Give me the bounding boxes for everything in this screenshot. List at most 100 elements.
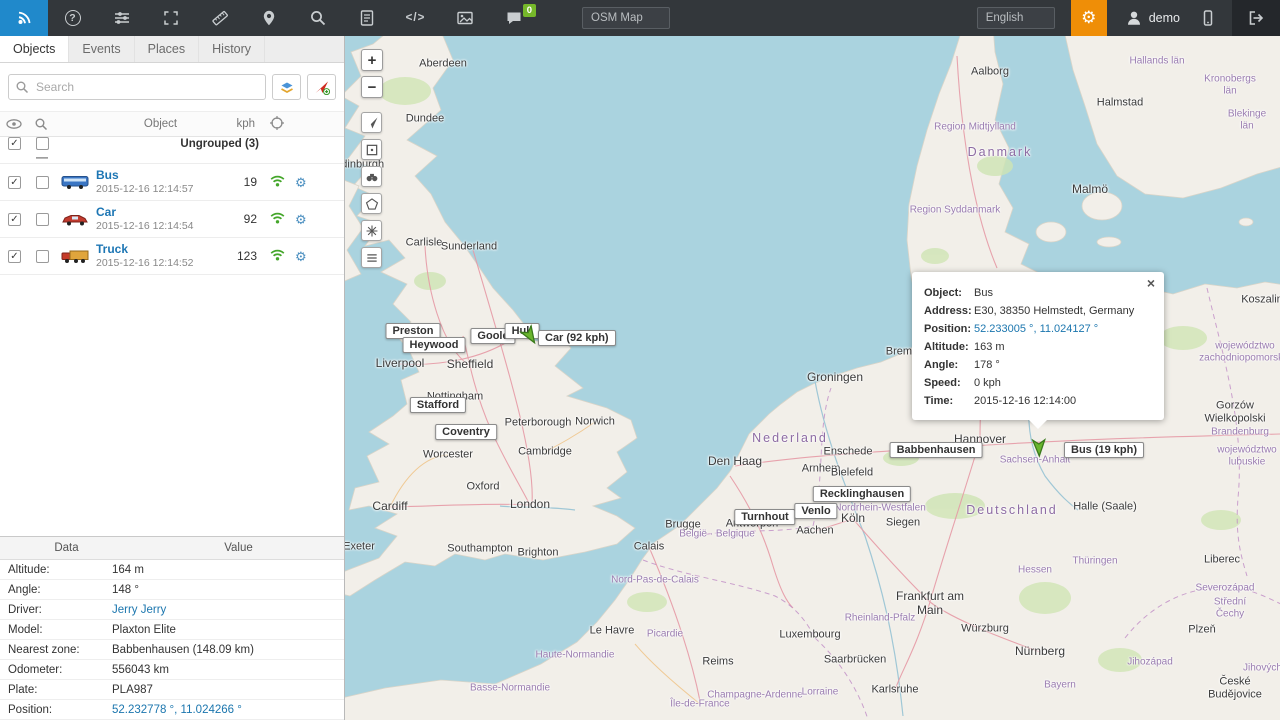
group-row[interactable]: Ungrouped (3) — [0,137,344,164]
object-visible-checkbox[interactable] [8,176,21,189]
zoom-in-button[interactable]: + [361,49,383,71]
detail-row: Plate:PLA987 [0,680,344,700]
tab-objects[interactable]: Objects [0,36,69,62]
map-tool-fit-button[interactable] [361,139,382,160]
tab-events[interactable]: Events [69,36,134,62]
tab-history[interactable]: History [199,36,265,62]
zone-label-venlo: Venlo [794,503,837,519]
binoculars-icon [365,170,379,184]
popup-value: 163 m [974,338,1152,356]
popup-row: Angle:178 ° [924,356,1152,374]
places-button[interactable] [244,0,293,36]
detail-label: Driver: [0,604,112,616]
object-select-checkbox[interactable] [36,176,49,189]
object-name-cell: Truck2015-12-16 12:14:52 [96,242,225,270]
object-row-car[interactable]: Car2015-12-16 12:14:5492 ⚙ [0,201,344,238]
detail-row: Angle:148 ° [0,580,344,600]
group-select-checkbox[interactable] [36,137,49,150]
map-tool-geofence-button[interactable] [361,193,382,214]
map-tool-search-area-button[interactable] [361,166,382,187]
setup-button[interactable]: ⚙ [1071,0,1107,36]
detail-label: Nearest zone: [0,644,112,656]
popup-label: Speed: [924,374,974,392]
follow-objects-button[interactable] [307,74,336,100]
reports-button[interactable] [342,0,391,36]
cluster-icon [365,224,379,238]
address-search-button[interactable] [293,0,342,36]
chat-button[interactable]: 0 [489,0,538,36]
details-header: Data Value [0,537,344,560]
object-marker-label[interactable]: Car (92 kph) [538,330,616,346]
object-settings-icon[interactable]: ⚙ [295,250,307,263]
search-input[interactable] [8,74,266,100]
collapse-group-button[interactable]: — [0,150,36,164]
object-visible-checkbox[interactable] [8,250,21,263]
object-speed: 92 [225,212,261,226]
mobile-version-button[interactable] [1188,0,1228,36]
fullscreen-button[interactable] [146,0,195,36]
api-button[interactable]: </> [391,0,440,36]
follow-column-header[interactable] [261,115,344,134]
crosshair-icon [269,115,285,131]
detail-label: Altitude: [0,564,112,576]
tab-places[interactable]: Places [135,36,200,62]
detail-row: Nearest zone:Babbenhausen (148.09 km) [0,640,344,660]
object-column-header[interactable]: Object [96,118,225,130]
object-marker-arrow[interactable] [1028,437,1050,464]
object-details-panel: Data Value Altitude:164 mAngle:148 °Driv… [0,536,344,720]
data-column-header: Data [0,542,133,554]
map-tool-layers-button[interactable] [361,247,382,268]
popup-value: E30, 38350 Helmstedt, Germany [974,302,1152,320]
object-name-link[interactable]: Truck [96,242,225,257]
object-settings-icon[interactable]: ⚙ [295,213,307,226]
logout-button[interactable] [1232,0,1280,36]
gps-signal-icon [15,9,33,27]
detail-label: Position: [0,704,112,716]
object-row-icons: ⚙ [261,247,344,266]
object-settings-icon[interactable]: ⚙ [295,176,307,189]
object-visible-checkbox[interactable] [8,213,21,226]
user-menu[interactable]: demo [1125,9,1180,27]
car-vehicle-icon [54,211,96,227]
kph-column-header[interactable]: kph [225,118,261,130]
object-row-truck[interactable]: Truck2015-12-16 12:14:52123⚙ [0,238,344,275]
map-tool-navigate-button[interactable] [361,112,382,133]
object-timestamp: 2015-12-16 12:14:54 [96,220,225,233]
popup-row: Position:52.233005 °, 11.024127 ° [924,320,1152,338]
visibility-column-toggle[interactable] [0,118,28,130]
popup-close-button[interactable]: × [1147,276,1155,290]
detail-value: Babbenhausen (148.09 km) [112,644,344,656]
connection-status-icon [269,247,286,266]
username: demo [1149,11,1180,25]
detail-value[interactable]: Jerry Jerry [112,604,344,616]
language-select[interactable]: English [977,7,1055,29]
connection-status-icon [269,173,286,192]
eye-icon [5,118,23,130]
popup-label: Object: [924,284,974,302]
object-name-link[interactable]: Bus [96,168,225,183]
objects-list: Bus2015-12-16 12:14:5719⚙Car2015-12-16 1… [0,164,344,275]
detail-row: Driver:Jerry Jerry [0,600,344,620]
zoom-column-toggle[interactable] [28,117,54,131]
group-visible-checkbox[interactable] [8,137,21,150]
zoom-out-button[interactable]: − [361,76,383,98]
help-button[interactable]: ? [48,0,97,36]
settings-filters-button[interactable] [97,0,146,36]
map-tool-cluster-button[interactable] [361,220,382,241]
object-speed: 19 [225,175,261,189]
popup-value: 2015-12-16 12:14:00 [974,392,1152,410]
object-select-checkbox[interactable] [36,213,49,226]
object-select-checkbox[interactable] [36,250,49,263]
app-logo-button[interactable] [0,0,48,36]
object-marker-label[interactable]: Bus (19 kph) [1064,442,1144,458]
object-name-link[interactable]: Car [96,205,225,220]
detail-value[interactable]: 52.232778 °, 11.024266 ° [112,704,344,716]
gallery-button[interactable] [440,0,489,36]
map-canvas[interactable]: × Object:BusAddress:E30, 38350 Helmstedt… [345,36,1280,720]
popup-value[interactable]: 52.233005 °, 11.024127 ° [974,320,1152,338]
popup-value: 0 kph [974,374,1152,392]
object-row-bus[interactable]: Bus2015-12-16 12:14:5719⚙ [0,164,344,201]
measure-button[interactable] [195,0,244,36]
reload-objects-button[interactable] [272,74,301,100]
map-type-select[interactable]: OSM Map [582,7,670,29]
